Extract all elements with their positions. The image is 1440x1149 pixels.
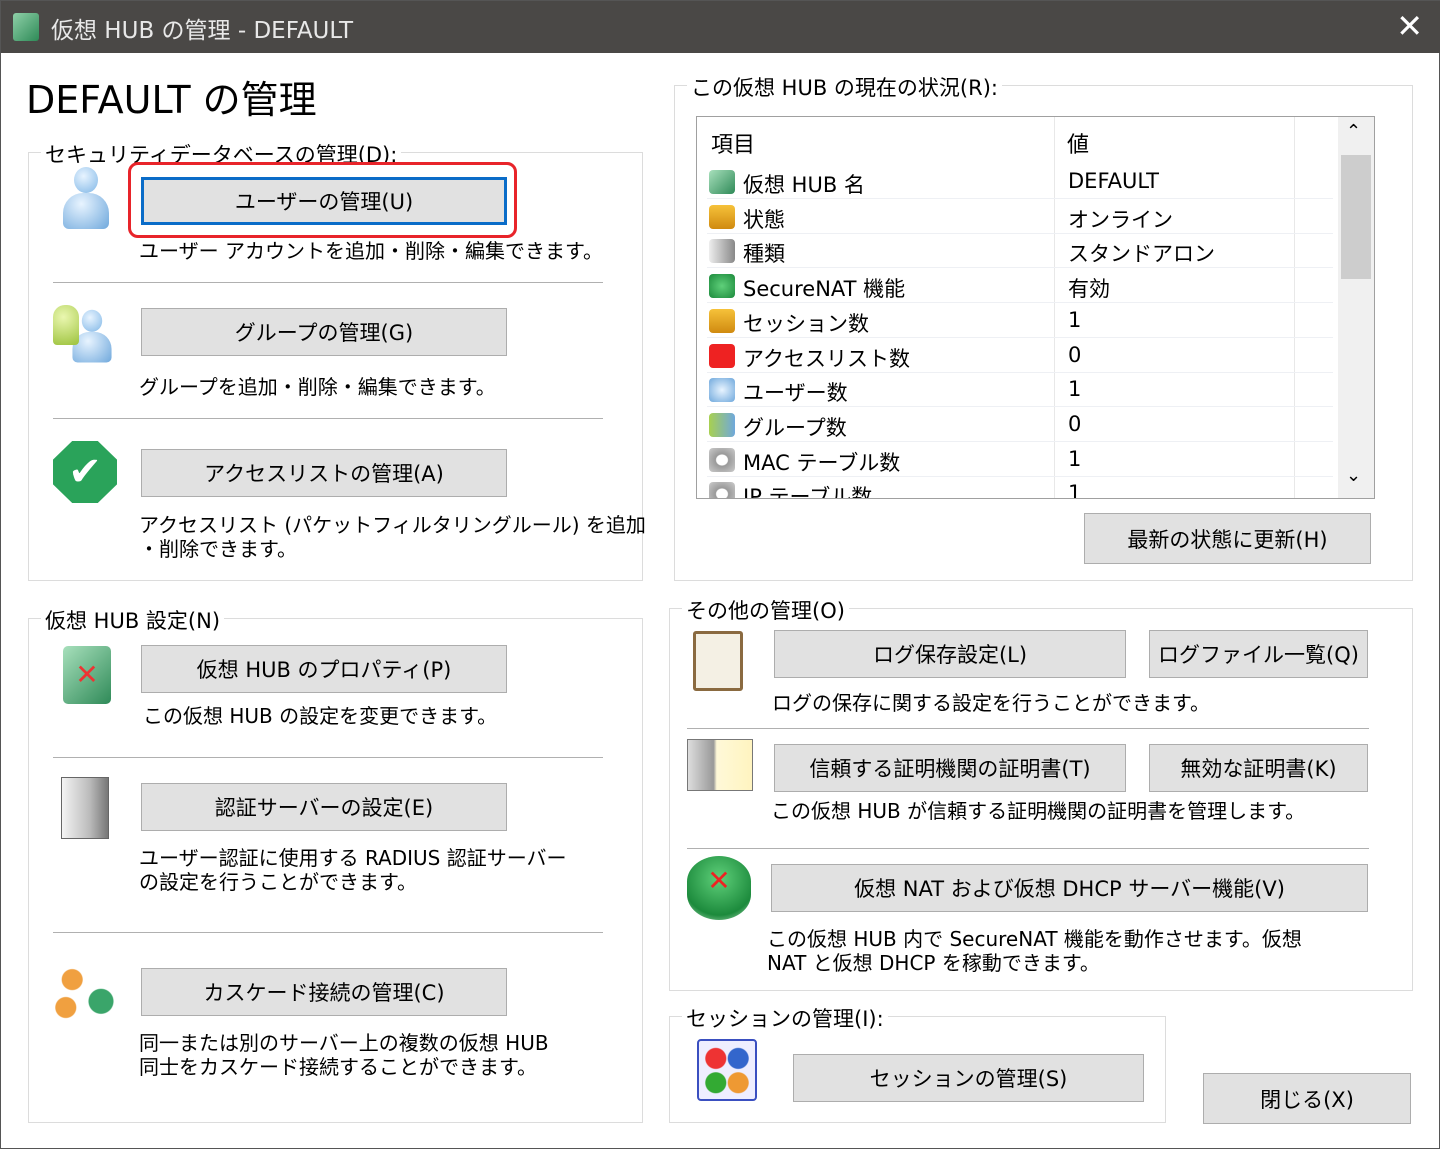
securenat-button[interactable]: 仮想 NAT および仮想 DHCP サーバー機能(V) — [771, 864, 1368, 912]
hub-icon — [709, 170, 735, 194]
row-key: 状態 — [743, 207, 785, 232]
certificate-icon — [687, 739, 753, 791]
table-row[interactable]: 種類 スタンドアロン — [707, 234, 1333, 269]
scroll-thumb[interactable] — [1341, 155, 1371, 279]
trusted-ca-button[interactable]: 信頼する証明機関の証明書(T) — [774, 744, 1126, 792]
refresh-button[interactable]: 最新の状態に更新(H) — [1084, 513, 1371, 564]
row-key: SecureNAT 機能 — [743, 277, 906, 302]
column-header-item[interactable]: 項目 — [711, 127, 755, 159]
table-row[interactable]: 仮想 HUB 名 DEFAULT — [707, 165, 1333, 199]
cascade-icon — [53, 961, 117, 1023]
vertical-scrollbar[interactable]: ⌃ ⌄ — [1338, 117, 1374, 498]
user-icon — [709, 378, 735, 403]
table-row[interactable]: 状態 オンライン — [707, 200, 1333, 234]
server-icon — [61, 777, 109, 839]
log-files-button[interactable]: ログファイル一覧(Q) — [1149, 630, 1368, 678]
cascade-description-2: 同士をカスケード接続することができます。 — [139, 1055, 537, 1079]
log-settings-button[interactable]: ログ保存設定(L) — [774, 630, 1126, 678]
access-description-1: アクセスリスト (パケットフィルタリングルール) を追加 — [139, 513, 646, 537]
title-bar: 仮想 HUB の管理 - DEFAULT ✕ — [1, 1, 1440, 53]
manage-groups-button[interactable]: グループの管理(G) — [141, 308, 507, 356]
group-label: この仮想 HUB の現在の状況(R): — [687, 72, 1002, 102]
group-label: その他の管理(O) — [682, 595, 849, 625]
gear-icon — [709, 482, 735, 498]
router-icon — [709, 274, 735, 299]
connection-icon — [709, 204, 735, 229]
row-value: スタンドアロン — [1068, 242, 1215, 267]
row-value: 0 — [1068, 411, 1082, 436]
clipboard-icon — [693, 631, 743, 691]
ca-description: この仮想 HUB が信頼する証明機関の証明書を管理します。 — [771, 799, 1306, 823]
page-title: DEFAULT の管理 — [26, 78, 317, 122]
manage-access-list-button[interactable]: アクセスリストの管理(A) — [141, 449, 507, 497]
row-key: グループ数 — [743, 415, 847, 440]
stop-icon — [709, 343, 735, 368]
props-description: この仮想 HUB の設定を変更できます。 — [143, 704, 498, 728]
table-row[interactable]: グループ数 0 — [707, 408, 1333, 442]
table-row[interactable]: SecureNAT 機能 有効 — [707, 269, 1333, 304]
row-key: 仮想 HUB 名 — [743, 173, 865, 197]
group-icon-secondary — [53, 305, 79, 345]
table-row[interactable]: セッション数 1 — [707, 304, 1333, 338]
table-row[interactable]: アクセスリスト数 0 — [707, 339, 1333, 373]
auth-description-2: の設定を行うことができます。 — [139, 870, 417, 894]
scroll-up-icon[interactable]: ⌃ — [1346, 121, 1361, 142]
row-value: 1 — [1068, 481, 1082, 499]
hub-icon: ✕ — [63, 646, 111, 704]
hub-icon — [13, 13, 39, 41]
row-value: 1 — [1068, 446, 1082, 471]
status-table[interactable]: 項目 値 仮想 HUB 名 DEFAULT 状態 オンライン 種類 スタンドアロン Secu… — [696, 116, 1375, 499]
cascade-button[interactable]: カスケード接続の管理(C) — [141, 968, 507, 1016]
auth-server-button[interactable]: 認証サーバーの設定(E) — [141, 783, 507, 831]
log-description: ログの保存に関する設定を行うことができます。 — [772, 691, 1210, 715]
row-value: 有効 — [1068, 277, 1110, 302]
user-icon — [61, 167, 111, 231]
connection-icon — [709, 308, 735, 333]
close-button[interactable]: 閉じる(X) — [1203, 1073, 1411, 1124]
manage-users-button[interactable]: ユーザーの管理(U) — [141, 177, 507, 225]
row-value: 1 — [1068, 307, 1082, 332]
sessions-icon — [697, 1039, 757, 1101]
table-row[interactable]: ユーザー数 1 — [707, 373, 1333, 408]
access-description-2: ・削除できます。 — [139, 537, 297, 561]
nat-description-2: NAT と仮想 DHCP を稼動できます。 — [767, 951, 1100, 975]
scroll-down-icon[interactable]: ⌄ — [1346, 465, 1361, 486]
users-description: ユーザー アカウントを追加・削除・編集できます。 — [139, 239, 603, 263]
table-row[interactable]: IP テーブル数 1 — [707, 477, 1333, 499]
row-value: 1 — [1068, 377, 1082, 402]
router-icon: ✕ — [687, 856, 751, 920]
table-row[interactable]: MAC テーブル数 1 — [707, 443, 1333, 477]
groups-description: グループを追加・削除・編集できます。 — [139, 375, 496, 399]
group-icon — [709, 412, 735, 437]
row-value: DEFAULT — [1068, 169, 1159, 193]
row-key: アクセスリスト数 — [743, 346, 910, 371]
group-label: セッションの管理(I): — [682, 1003, 888, 1033]
nat-description-1: この仮想 HUB 内で SecureNAT 機能を動作させます。仮想 — [767, 927, 1302, 951]
window-title: 仮想 HUB の管理 - DEFAULT — [51, 18, 354, 44]
auth-description-1: ユーザー認証に使用する RADIUS 認証サーバー — [139, 846, 567, 870]
cascade-description-1: 同一または別のサーバー上の複数の仮想 HUB — [139, 1031, 549, 1055]
group-label: 仮想 HUB 設定(N) — [41, 605, 225, 635]
manage-sessions-button[interactable]: セッションの管理(S) — [793, 1054, 1144, 1102]
row-value: オンライン — [1068, 207, 1173, 232]
gear-icon — [709, 447, 735, 472]
row-key: IP テーブル数 — [743, 485, 873, 499]
row-value: 0 — [1068, 342, 1082, 367]
hub-properties-button[interactable]: 仮想 HUB のプロパティ(P) — [141, 645, 507, 693]
row-key: ユーザー数 — [743, 381, 848, 406]
row-key: MAC テーブル数 — [743, 450, 901, 475]
revoked-certs-button[interactable]: 無効な証明書(K) — [1149, 744, 1368, 792]
server-icon — [709, 239, 735, 264]
row-key: セッション数 — [743, 311, 869, 336]
row-key: 種類 — [743, 242, 785, 267]
column-header-value[interactable]: 値 — [1067, 127, 1089, 159]
close-icon[interactable]: ✕ — [1396, 7, 1423, 45]
